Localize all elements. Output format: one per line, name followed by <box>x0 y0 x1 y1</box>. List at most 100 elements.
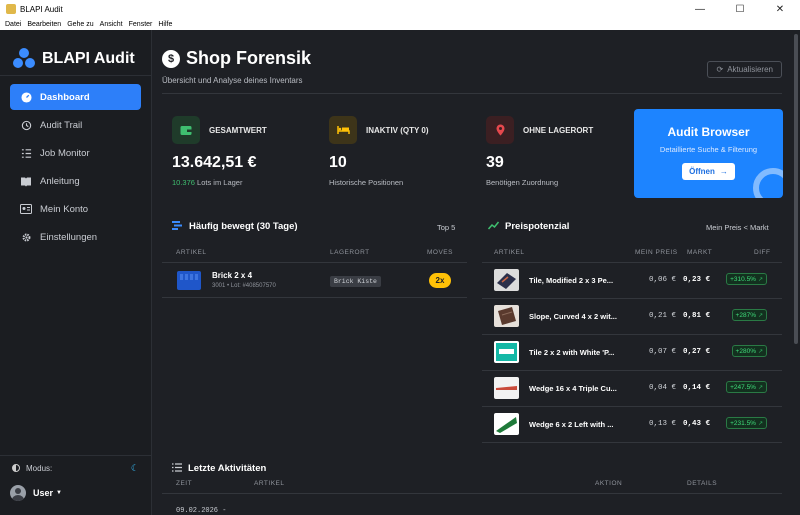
my-price: 0,13 € <box>648 420 676 428</box>
col-diff: DIFF <box>754 249 771 256</box>
slope-thumbnail <box>494 305 519 327</box>
diff-badge[interactable]: +310.5% ↗ <box>726 273 767 285</box>
main-scrollbar[interactable] <box>792 30 800 515</box>
menu-hilfe[interactable]: Hilfe <box>158 21 172 28</box>
moved-table-header: ARTIKEL LAGERORT MOVES <box>162 247 467 263</box>
sidebar-item-label: Mein Konto <box>40 203 89 215</box>
sidebar-item-dashboard[interactable]: Dashboard <box>10 84 141 110</box>
refresh-label: Aktualisieren <box>727 65 773 74</box>
activity-section-title: Letzte Aktivitäten <box>172 463 266 474</box>
stat-ohne-lagerort: OHNE LAGERORT 39 Benötigen Zuordnung <box>486 116 636 196</box>
price-section-title: Preispotenzial <box>487 221 569 232</box>
table-row[interactable]: Wedge 16 x 4 Triple Cu... 0,04 € 0,14 € … <box>482 371 782 407</box>
refresh-button[interactable]: ⟳ Aktualisieren <box>707 61 782 78</box>
mode-label: Modus: <box>26 463 53 473</box>
wedge-green-thumbnail <box>494 413 519 435</box>
sidebar-item-anleitung[interactable]: Anleitung <box>10 168 141 194</box>
sidebar-item-job-monitor[interactable]: Job Monitor <box>10 140 141 166</box>
menu-bearbeiten[interactable]: Bearbeiten <box>27 21 61 28</box>
table-row[interactable]: Wedge 6 x 2 Left with ... 0,13 € 0,43 € … <box>482 407 782 443</box>
item-name: Slope, Curved 4 x 2 wit... <box>529 312 617 321</box>
browser-subtitle: Detaillierte Suche & Filterung <box>659 145 758 154</box>
sidebar-item-mein-konto[interactable]: Mein Konto <box>10 196 141 222</box>
arrow-right-icon: → <box>719 167 728 176</box>
diff-value: +310.5% <box>730 275 756 283</box>
sidebar-item-label: Einstellungen <box>40 231 98 243</box>
menu-bar: Datei Bearbeiten Gehe zu Ansicht Fenster… <box>0 18 800 30</box>
table-row[interactable]: Slope, Curved 4 x 2 wit... 0,21 € 0,81 €… <box>482 299 782 335</box>
brand-title: BLAPI Audit <box>42 49 135 67</box>
brand[interactable]: BLAPI Audit <box>0 30 151 75</box>
menu-fenster[interactable]: Fenster <box>129 21 153 28</box>
diff-badge[interactable]: +287% ↗ <box>731 309 767 321</box>
sidebar-item-label: Job Monitor <box>40 147 90 159</box>
table-row[interactable]: Tile, Modified 2 x 3 Pe... 0,06 € 0,23 €… <box>482 263 782 299</box>
user-menu[interactable]: User ▼ <box>0 480 151 506</box>
moon-icon[interactable]: ☾ <box>131 463 139 474</box>
app-icon <box>6 4 16 14</box>
table-row[interactable]: Tile 2 x 2 with White 'P... 0,07 € 0,27 … <box>482 335 782 371</box>
sidebar-item-einstellungen[interactable]: Einstellungen <box>10 224 141 250</box>
stat-desc: Historische Positionen <box>329 178 404 187</box>
map-pin-icon <box>486 116 514 144</box>
open-button[interactable]: Öffnen → <box>682 163 735 180</box>
gauge-icon <box>20 91 32 103</box>
col-mein-preis: MEIN PREIS <box>635 249 678 256</box>
diff-badge[interactable]: +280% ↗ <box>731 345 767 357</box>
external-link-icon: ↗ <box>757 276 763 283</box>
maximize-button[interactable]: ☐ <box>720 4 760 15</box>
external-link-icon: ↗ <box>757 348 763 355</box>
close-button[interactable]: ✕ <box>760 4 800 15</box>
diff-badge[interactable]: +231.5% ↗ <box>726 417 767 429</box>
col-lagerort: LAGERORT <box>330 249 370 256</box>
sync-icon: ⟳ <box>716 65 724 74</box>
sidebar: BLAPI Audit Dashboard Audit Trail Job Mo… <box>0 30 152 515</box>
table-row[interactable]: Brick 2 x 4 3001 • Lot: #408507570 Brick… <box>162 263 467 298</box>
stat-value: 13.642,51 € <box>172 154 257 171</box>
item-name: Brick 2 x 4 <box>212 271 253 280</box>
browser-title: Audit Browser <box>667 125 750 139</box>
mode-row: Modus: ☾ <box>0 456 151 480</box>
stat-desc: 10.376 Lots im Lager <box>172 178 322 187</box>
menu-datei[interactable]: Datei <box>5 21 21 28</box>
activity-row-time: 09.02.2026 - <box>176 507 227 515</box>
page-header: $ Shop Forensik Übersicht und Analyse de… <box>162 48 782 94</box>
market-price: 0,14 € <box>682 384 710 392</box>
audit-browser-card[interactable]: Audit Browser Detaillierte Suche & Filte… <box>634 109 783 198</box>
item-name: Tile 2 x 2 with White 'P... <box>529 348 615 357</box>
sidebar-footer: Modus: ☾ User ▼ <box>0 455 151 515</box>
external-link-icon: ↗ <box>757 384 763 391</box>
stat-inaktiv: INAKTIV (QTY 0) 10 Historische Positione… <box>329 116 479 196</box>
price-filter-note: Mein Preis < Markt <box>706 223 769 232</box>
my-price: 0,07 € <box>648 348 676 356</box>
my-price: 0,06 € <box>648 276 676 284</box>
item-meta: 3001 • Lot: #408507570 <box>212 283 276 289</box>
external-link-icon: ↗ <box>757 312 763 319</box>
diff-value: +280% <box>735 347 756 355</box>
col-artikel: ARTIKEL <box>254 480 285 487</box>
wallet-icon <box>172 116 200 144</box>
avatar <box>10 485 26 501</box>
tile-printed-thumbnail <box>494 341 519 363</box>
menu-ansicht[interactable]: Ansicht <box>100 21 123 28</box>
menu-gehe-zu[interactable]: Gehe zu <box>67 21 93 28</box>
minimize-button[interactable]: — <box>680 4 720 15</box>
open-button-label: Öffnen <box>689 167 715 176</box>
history-icon <box>20 119 32 131</box>
col-aktion: AKTION <box>595 480 623 487</box>
market-price: 0,81 € <box>682 312 710 320</box>
sidebar-item-audit-trail[interactable]: Audit Trail <box>10 112 141 138</box>
item-name: Wedge 16 x 4 Triple Cu... <box>529 384 617 393</box>
scrollbar-thumb[interactable] <box>794 34 798 344</box>
item-name: Tile, Modified 2 x 3 Pe... <box>529 276 614 285</box>
diff-value: +231.5% <box>730 419 756 427</box>
market-price: 0,27 € <box>682 348 710 356</box>
col-markt: MARKT <box>687 249 713 256</box>
main-content: $ Shop Forensik Übersicht und Analyse de… <box>152 30 792 515</box>
external-link-icon: ↗ <box>757 420 763 427</box>
stat-value: 10 <box>329 154 347 171</box>
activity-table-header: ZEIT ARTIKEL AKTION DETAILS <box>162 478 782 494</box>
my-price: 0,21 € <box>648 312 676 320</box>
diff-badge[interactable]: +247.5% ↗ <box>726 381 767 393</box>
tasks-icon <box>20 147 32 159</box>
